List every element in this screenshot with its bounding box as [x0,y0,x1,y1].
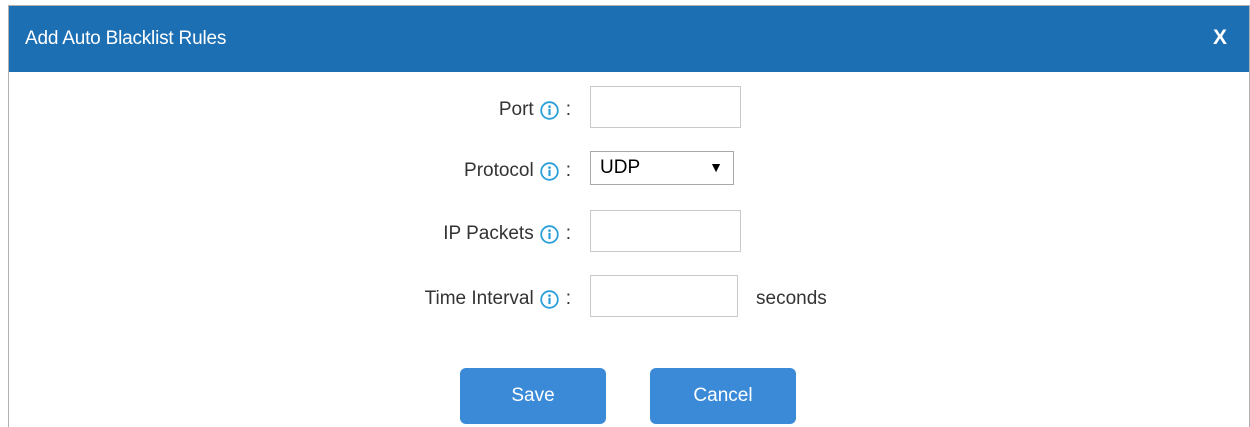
protocol-selected-value: UDP [600,157,641,178]
info-icon[interactable] [540,100,559,120]
time-interval-row: Time Interval : seconds [9,275,1249,321]
time-interval-unit: seconds [756,288,827,309]
dropdown-arrow-icon: ▼ [709,159,723,175]
protocol-label: Protocol [464,160,534,181]
protocol-select[interactable]: UDP ▼ [590,151,734,185]
info-icon[interactable] [540,224,559,244]
port-label: Port [498,99,534,120]
info-icon[interactable] [540,289,559,309]
ip-packets-label-group: IP Packets : [443,223,571,245]
port-input[interactable] [590,86,741,128]
port-label-group: Port : [499,99,571,121]
time-interval-label: Time Interval [424,288,534,309]
protocol-row: Protocol : UDP ▼ [9,147,1249,193]
ip-packets-label: IP Packets [443,223,534,244]
colon: : [565,223,571,244]
ip-packets-row: IP Packets : [9,210,1249,256]
time-interval-label-group: Time Interval : [425,288,571,310]
cancel-button[interactable]: Cancel [650,368,796,424]
info-icon[interactable] [540,161,559,181]
dialog-titlebar: Add Auto Blacklist Rules X [9,6,1249,72]
save-button[interactable]: Save [460,368,606,424]
close-button[interactable]: X [1213,26,1227,50]
ip-packets-input[interactable] [590,210,741,252]
colon: : [565,99,571,120]
colon: : [565,160,571,181]
dialog-title: Add Auto Blacklist Rules [25,28,227,49]
colon: : [565,288,571,309]
time-interval-input[interactable] [590,275,738,317]
port-row: Port : [9,86,1249,132]
add-auto-blacklist-dialog: Add Auto Blacklist Rules X Port : Protoc… [8,5,1250,427]
protocol-label-group: Protocol : [464,160,571,182]
